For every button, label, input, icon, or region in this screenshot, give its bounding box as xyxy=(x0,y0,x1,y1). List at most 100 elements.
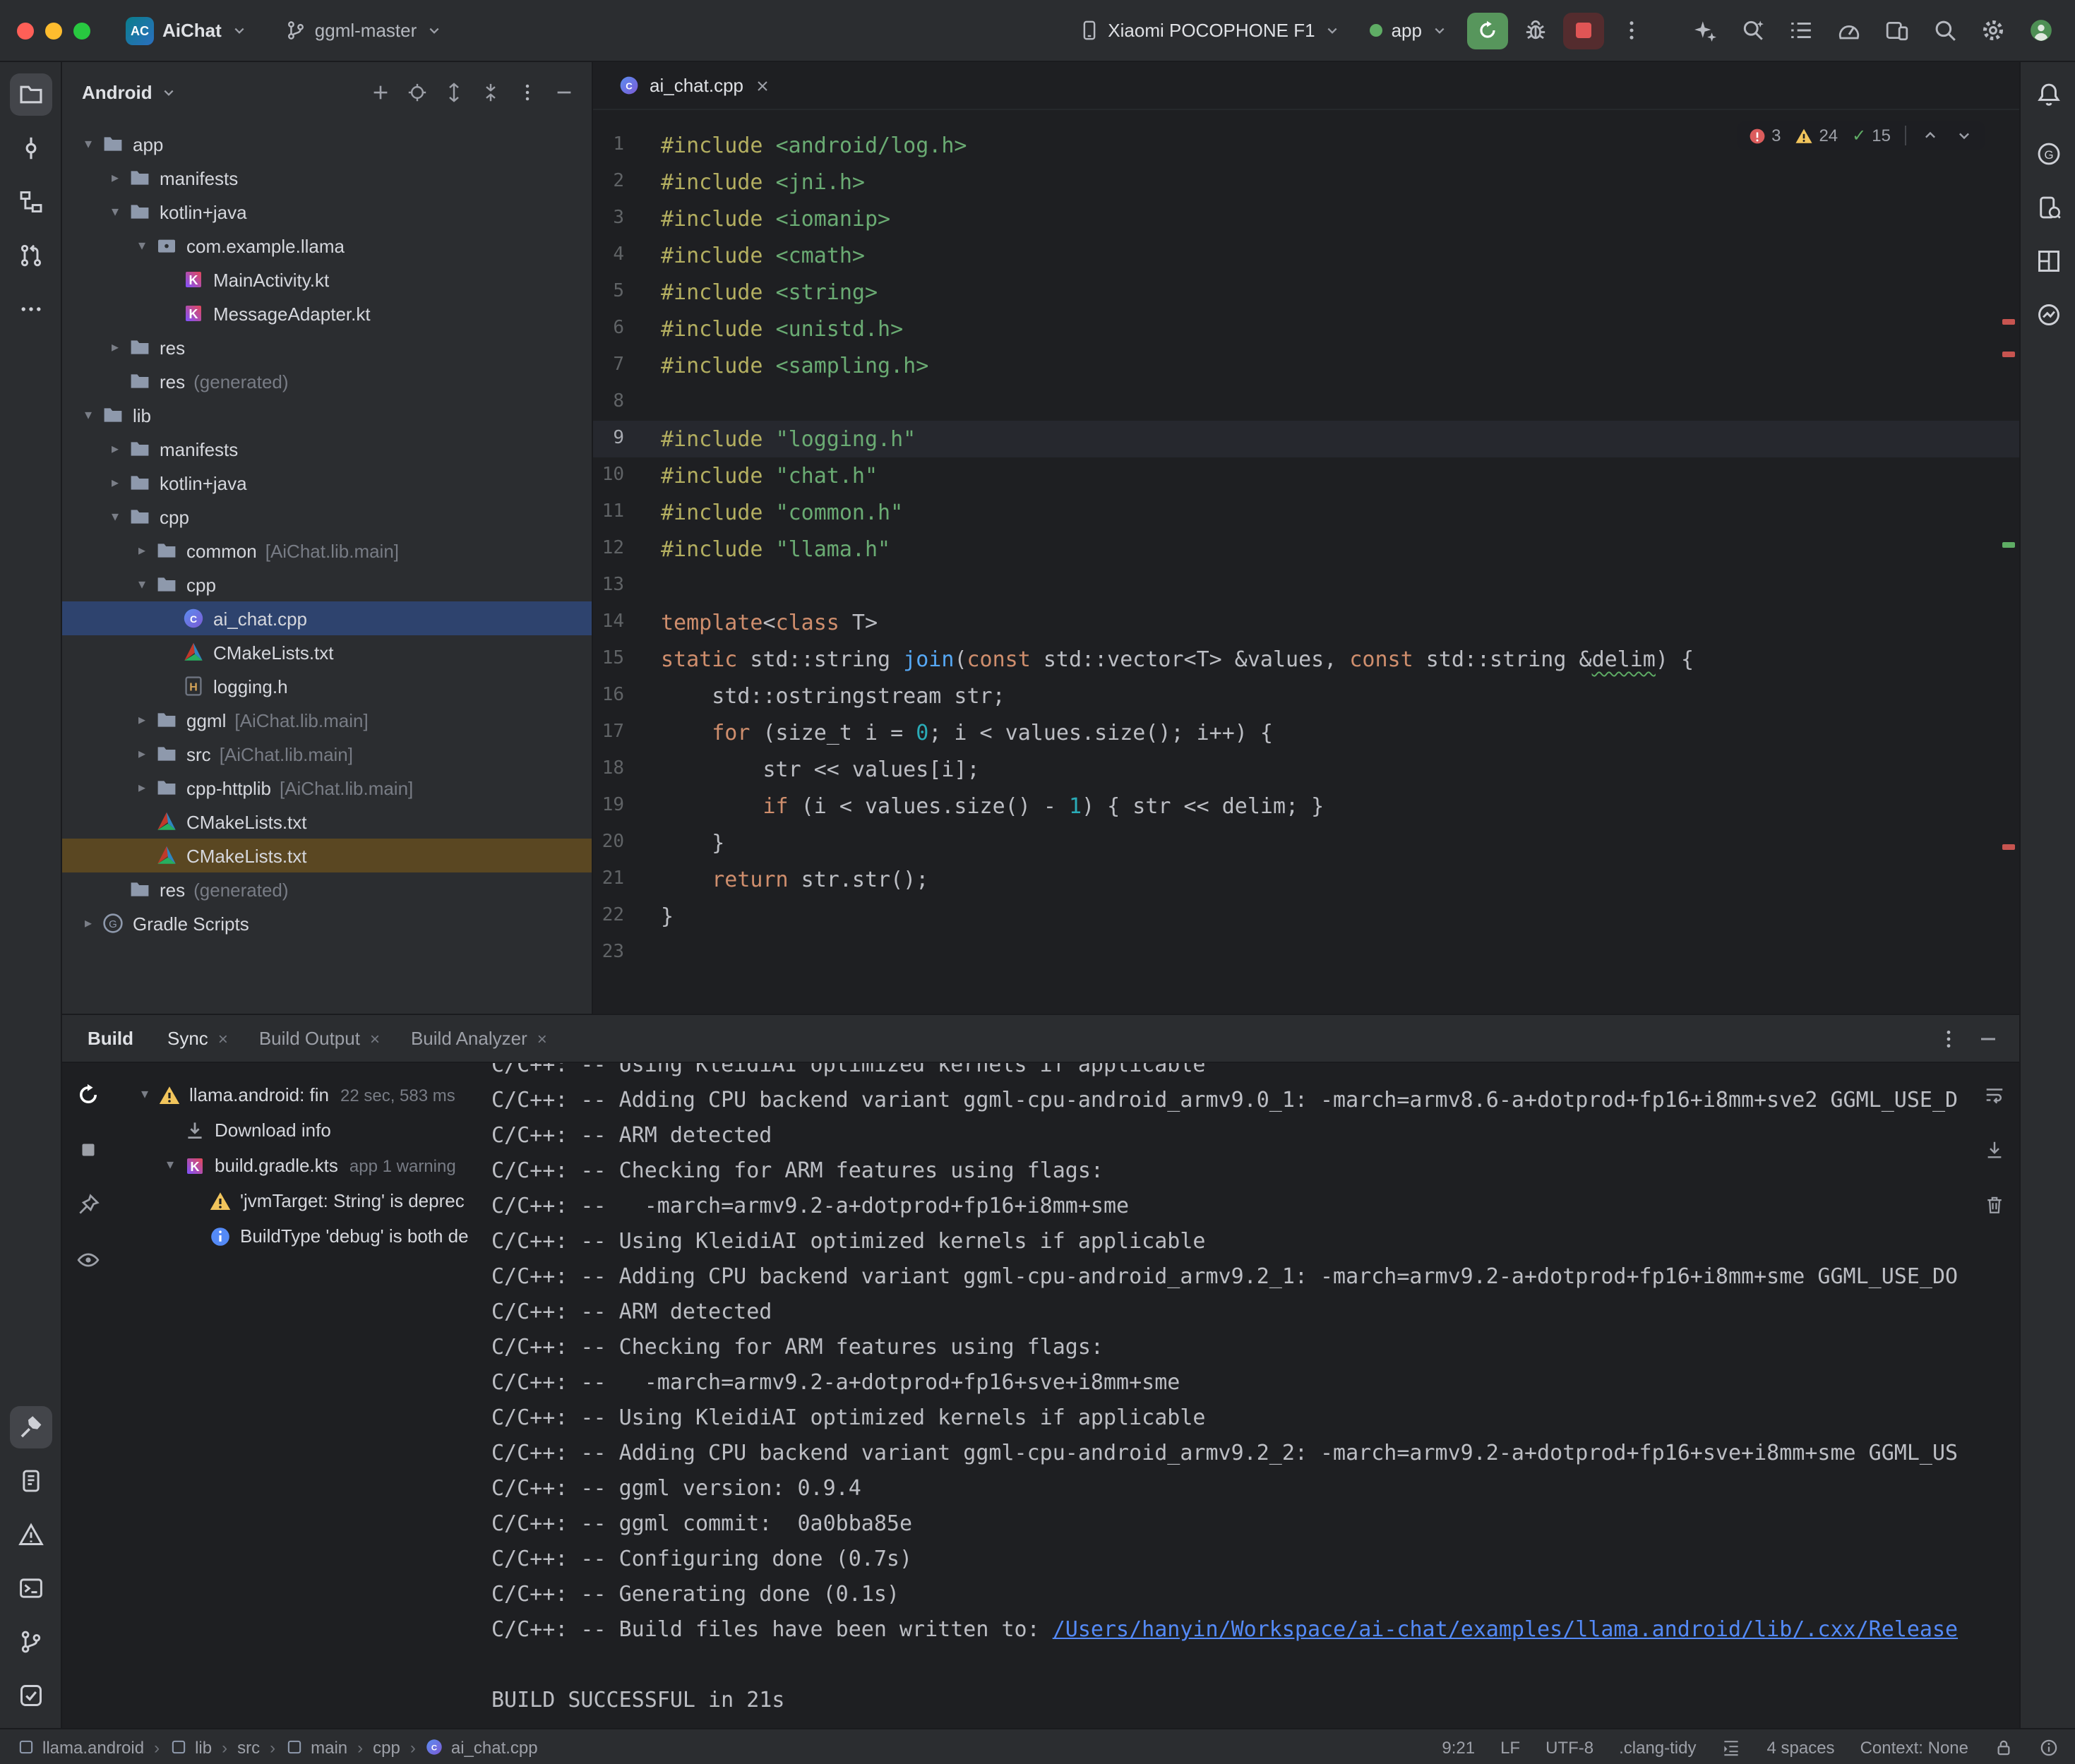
settings-icon[interactable] xyxy=(1974,12,2011,49)
task-list-icon[interactable] xyxy=(1782,12,1819,49)
chevron-down-icon[interactable]: ▾ xyxy=(76,136,100,152)
code-line-3[interactable]: 3#include <iomanip> xyxy=(593,200,2019,237)
breadcrumb-src[interactable]: src xyxy=(237,1737,260,1757)
terminal-icon[interactable] xyxy=(9,1567,52,1609)
version-control-icon[interactable] xyxy=(9,1621,52,1663)
search-actions-icon[interactable] xyxy=(1734,12,1771,49)
chevron-down-icon[interactable]: ▾ xyxy=(130,577,154,592)
code-style[interactable]: .clang-tidy xyxy=(1619,1737,1696,1757)
code-line-2[interactable]: 2#include <jni.h> xyxy=(593,164,2019,200)
pull-requests-icon[interactable] xyxy=(9,234,52,277)
expand-all-icon[interactable] xyxy=(436,75,470,109)
chevron-down-icon[interactable]: ▾ xyxy=(130,238,154,253)
code-editor[interactable]: 3 24 ✓ 15 xyxy=(593,110,2019,1014)
device-selector[interactable]: Xiaomi POCOPHONE F1 xyxy=(1068,14,1351,47)
tree-item-ai-chat-cpp[interactable]: Cai_chat.cpp xyxy=(62,601,592,635)
build-console[interactable]: C/C++: -- Using KleidiAI optimized kerne… xyxy=(491,1063,1968,1728)
run-button[interactable] xyxy=(1467,12,1508,49)
error-stripe-mark[interactable] xyxy=(2002,352,2015,357)
tree-item-kotlin-java[interactable]: ▾kotlin+java xyxy=(62,195,592,229)
code-line-19[interactable]: 19 if (i < values.size() - 1) { str << d… xyxy=(593,788,2019,824)
hide-panel-icon[interactable] xyxy=(546,75,580,109)
tree-item-cmakelists-txt[interactable]: CMakeLists.txt xyxy=(62,805,592,839)
code-line-18[interactable]: 18 str << values[i]; xyxy=(593,751,2019,788)
more-run-actions-button[interactable] xyxy=(1613,12,1649,49)
error-stripe-mark[interactable] xyxy=(2002,844,2015,850)
code-line-23[interactable]: 23 xyxy=(593,935,2019,971)
hide-panel-icon[interactable] xyxy=(1971,1021,2005,1055)
tree-item-gradle-scripts[interactable]: ▸GGradle Scripts xyxy=(62,906,592,940)
tree-item-cmakelists-txt[interactable]: CMakeLists.txt xyxy=(62,839,592,872)
caret-position[interactable]: 9:21 xyxy=(1442,1737,1475,1757)
trash-icon[interactable] xyxy=(1977,1187,2011,1221)
lock-icon[interactable] xyxy=(1994,1737,2014,1757)
chevron-down-icon[interactable]: ▾ xyxy=(133,1087,157,1103)
tree-item-mainactivity-kt[interactable]: KMainActivity.kt xyxy=(62,263,592,296)
tree-item-res[interactable]: res(generated) xyxy=(62,872,592,906)
todo-icon[interactable] xyxy=(9,1674,52,1717)
chevron-down-icon[interactable]: ▾ xyxy=(103,509,127,524)
app-insights-icon[interactable] xyxy=(2027,294,2069,336)
tree-item-common[interactable]: ▸common[AiChat.lib.main] xyxy=(62,534,592,568)
code-line-20[interactable]: 20 } xyxy=(593,824,2019,861)
tree-item-lib[interactable]: ▾lib xyxy=(62,398,592,432)
build-tree-item-buildtype-debug-is-both-de[interactable]: BuildType 'debug' is both de xyxy=(113,1218,491,1254)
run-config-selector[interactable]: app xyxy=(1361,14,1459,47)
zoom-window-button[interactable] xyxy=(73,22,90,39)
build-tab-sync[interactable]: Sync× xyxy=(153,1022,242,1055)
chevron-right-icon[interactable]: ▸ xyxy=(76,916,100,931)
code-line-11[interactable]: 11#include "common.h" xyxy=(593,494,2019,531)
search-icon[interactable] xyxy=(1926,12,1963,49)
prev-problem-button[interactable] xyxy=(1920,126,1940,145)
code-line-6[interactable]: 6#include <unistd.h> xyxy=(593,311,2019,347)
line-ending[interactable]: LF xyxy=(1500,1737,1520,1757)
tree-item-cpp[interactable]: ▾cpp xyxy=(62,500,592,534)
tree-item-res[interactable]: res(generated) xyxy=(62,364,592,398)
chevron-right-icon[interactable]: ▸ xyxy=(103,441,127,457)
build-tree-item-build-gradle-kts[interactable]: ▾Kbuild.gradle.ktsapp 1 warning xyxy=(113,1148,491,1183)
stop-square-icon[interactable] xyxy=(71,1132,104,1166)
build-tree-item-llama-android-fin[interactable]: ▾llama.android: fin22 sec, 583 ms xyxy=(113,1077,491,1112)
code-line-15[interactable]: 15static std::string join(const std::vec… xyxy=(593,641,2019,678)
tree-item-cpp-httplib[interactable]: ▸cpp-httplib[AiChat.lib.main] xyxy=(62,771,592,805)
encoding[interactable]: UTF-8 xyxy=(1545,1737,1593,1757)
debug-button[interactable] xyxy=(1517,12,1555,49)
code-line-4[interactable]: 4#include <cmath> xyxy=(593,237,2019,274)
build-icon[interactable] xyxy=(9,1406,52,1448)
close-window-button[interactable] xyxy=(17,22,34,39)
breadcrumb-ai-chat-cpp[interactable]: Cai_chat.cpp xyxy=(426,1737,538,1757)
close-tab-icon[interactable]: × xyxy=(537,1030,547,1047)
status-info-icon[interactable] xyxy=(2039,1737,2059,1757)
more-icon[interactable] xyxy=(9,288,52,330)
kebab-icon[interactable] xyxy=(1932,1021,1966,1055)
tree-item-com-example-llama[interactable]: ▾com.example.llama xyxy=(62,229,592,263)
collapse-all-icon[interactable] xyxy=(473,75,507,109)
warnings-count[interactable]: 24 xyxy=(1795,126,1838,145)
profiler-icon[interactable] xyxy=(1830,12,1867,49)
device-mirror-icon[interactable] xyxy=(1878,12,1915,49)
code-line-5[interactable]: 5#include <string> xyxy=(593,274,2019,311)
locate-icon[interactable] xyxy=(400,75,433,109)
tree-item-cmakelists-txt[interactable]: CMakeLists.txt xyxy=(62,635,592,669)
tree-item-manifests[interactable]: ▸manifests xyxy=(62,432,592,466)
tree-item-messageadapter-kt[interactable]: KMessageAdapter.kt xyxy=(62,296,592,330)
code-line-16[interactable]: 16 std::ostringstream str; xyxy=(593,678,2019,714)
context-indicator[interactable]: Context: None xyxy=(1860,1737,1968,1757)
structure-icon[interactable] xyxy=(9,181,52,223)
logcat-icon[interactable] xyxy=(9,1460,52,1502)
breadcrumb-llama-android[interactable]: llama.android xyxy=(17,1737,144,1757)
branch-selector[interactable]: ggml-master xyxy=(275,14,454,47)
avatar-icon[interactable] xyxy=(2022,12,2059,49)
chevron-right-icon[interactable]: ▸ xyxy=(130,780,154,796)
tree-item-cpp[interactable]: ▾cpp xyxy=(62,568,592,601)
device-explorer-icon[interactable] xyxy=(2027,186,2069,229)
layout-inspector-icon[interactable] xyxy=(2027,240,2069,282)
ai-actions-icon[interactable] xyxy=(1686,12,1723,49)
code-line-13[interactable]: 13 xyxy=(593,568,2019,604)
indent-style-icon[interactable] xyxy=(1722,1737,1742,1757)
commit-icon[interactable] xyxy=(9,127,52,169)
project-view-selector[interactable]: Android xyxy=(73,76,186,108)
tree-item-res[interactable]: ▸res xyxy=(62,330,592,364)
project-icon[interactable] xyxy=(9,73,52,116)
pin-icon[interactable] xyxy=(71,1187,104,1221)
